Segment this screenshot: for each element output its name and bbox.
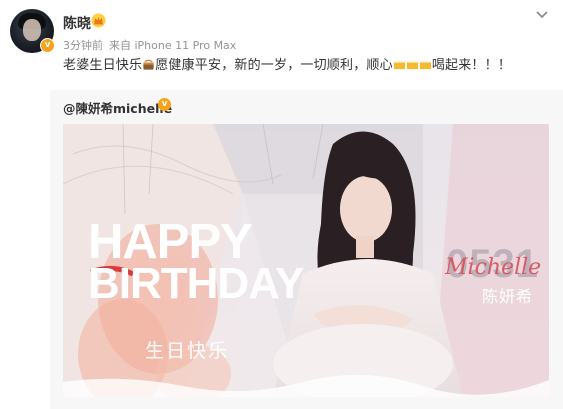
image-text-signature: Michelle	[445, 255, 542, 280]
post-meta: 3分钟前 来自 iPhone 11 Pro Max	[63, 37, 236, 53]
cake-icon	[143, 59, 154, 70]
verified-badge-icon: v	[40, 38, 55, 53]
image-text-cn-birthday: 生日快乐	[145, 340, 230, 362]
beer-icon	[419, 60, 431, 70]
image-text-birthday: BIRTHDAY	[88, 259, 304, 308]
post-source[interactable]: 来自 iPhone 11 Pro Max	[109, 39, 236, 52]
post-text: 老婆生日快乐 愿健康平安，新的一岁，一切顺利，顺心 喝起来！！！	[63, 54, 511, 73]
crown-icon	[91, 13, 106, 28]
verified-icon: v	[158, 98, 171, 111]
post-text-1: 老婆生日快乐	[63, 58, 143, 73]
image-text-cn-name: 陈妍希	[482, 287, 534, 306]
chevron-down-icon[interactable]	[535, 7, 549, 21]
beer-icon	[406, 60, 418, 70]
post-text-2: 愿健康平安，新的一岁，一切顺利，顺心	[155, 58, 393, 73]
author-name[interactable]: 陈晓	[63, 13, 91, 33]
retweet-author[interactable]: @陳妍希michelle	[63, 98, 172, 117]
post-time[interactable]: 3分钟前	[63, 39, 103, 52]
beer-icon	[393, 60, 405, 70]
weibo-post: v 陈晓 3分钟前 来自 iPhone 11 Pro Max 老婆生日快乐 愿健康…	[0, 0, 563, 409]
post-text-3: 喝起来！！！	[431, 58, 512, 73]
